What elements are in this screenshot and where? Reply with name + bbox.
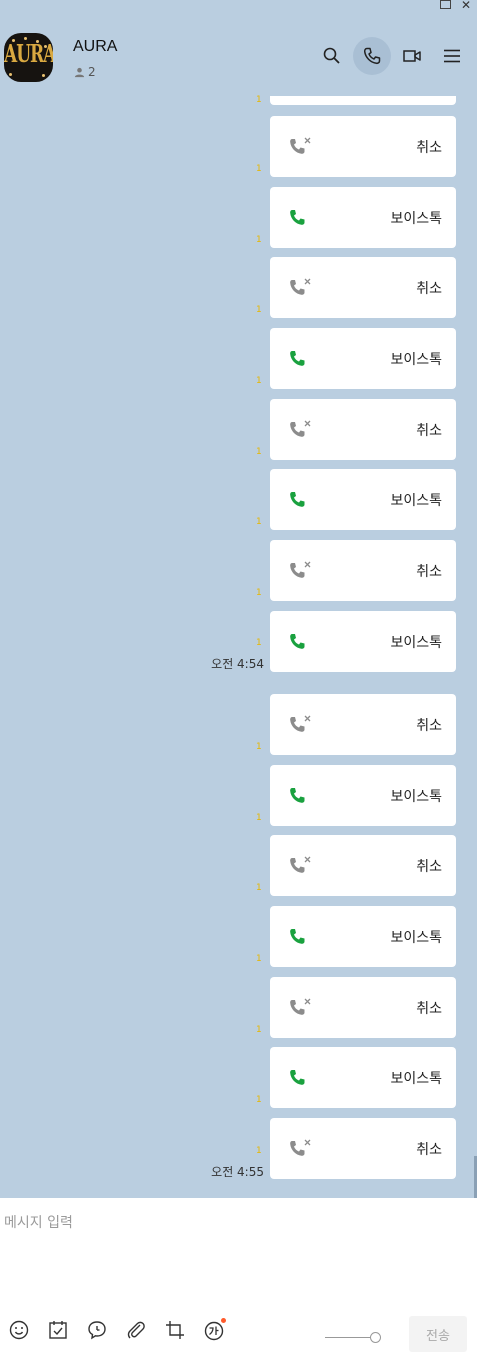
message-timestamp: 오전 4:55: [211, 1165, 264, 1179]
call-status-label: 보이스톡: [390, 930, 442, 946]
call-status-label: 보이스톡: [390, 352, 442, 368]
unread-count: 1: [256, 1095, 262, 1105]
message-bubble-voicetalk[interactable]: 보이스톡: [270, 611, 456, 672]
unread-count: 1: [256, 588, 262, 598]
unread-count: 1: [256, 638, 262, 648]
message-bubble-voicetalk[interactable]: 보이스톡: [270, 1047, 456, 1108]
unread-count: 1: [256, 517, 262, 527]
message-bubble-cancelled[interactable]: 취소: [270, 257, 456, 318]
calendar-button[interactable]: [46, 1318, 70, 1342]
voice-call-icon: [290, 929, 305, 944]
unread-count: 1: [256, 305, 262, 315]
voice-call-icon: [290, 788, 305, 803]
cancelled-call-icon: [290, 561, 311, 578]
capture-button[interactable]: [163, 1318, 187, 1342]
unread-count: 1: [256, 954, 262, 964]
person-icon: [74, 67, 85, 77]
message-list[interactable]: 1 취소 1 보이스톡 1 취소 1 보이스톡 1 취소 1 보이스톡 1 취소…: [0, 95, 477, 1291]
message-bubble-cancelled[interactable]: 취소: [270, 1118, 456, 1179]
message-bubble-voicetalk[interactable]: 보이스톡: [270, 187, 456, 248]
voice-call-icon: [290, 492, 305, 507]
header-actions: [313, 37, 471, 75]
message-bubble-cancelled[interactable]: 취소: [270, 399, 456, 460]
slider-knob[interactable]: [370, 1332, 381, 1343]
paperclip-icon: [127, 1321, 145, 1339]
emoticon-button[interactable]: [7, 1318, 31, 1342]
call-status-label: 취소: [416, 281, 442, 297]
message-bubble-voicetalk[interactable]: 보이스톡: [270, 906, 456, 967]
cancelled-call-icon: [290, 278, 311, 295]
composer-toolbar: [7, 1318, 226, 1342]
cancelled-call-icon: [290, 998, 311, 1015]
message-bubble-voicetalk[interactable]: 보이스톡: [270, 469, 456, 530]
call-status-label: 취소: [416, 859, 442, 875]
unread-count: 1: [256, 742, 262, 752]
calendar-check-icon: [49, 1321, 67, 1339]
message-bubble-voicetalk[interactable]: 보이스톡: [270, 765, 456, 826]
call-status-label: 보이스톡: [390, 635, 442, 651]
call-status-label: 취소: [416, 1142, 442, 1158]
search-button[interactable]: [313, 37, 351, 75]
unread-count: 1: [256, 1025, 262, 1035]
message-composer: 전송: [0, 1198, 477, 1353]
video-call-button[interactable]: [393, 37, 431, 75]
cancelled-call-icon: [290, 1139, 311, 1156]
opacity-slider[interactable]: [325, 1331, 381, 1343]
phone-icon: [363, 47, 381, 65]
message-bubble-partial[interactable]: [270, 96, 456, 105]
avatar[interactable]: AURA: [4, 33, 53, 82]
call-status-label: 보이스톡: [390, 211, 442, 227]
message-bubble-cancelled[interactable]: 취소: [270, 835, 456, 896]
avatar-logo-text: AURA: [4, 41, 53, 69]
translate-button[interactable]: [202, 1318, 226, 1342]
cancelled-call-icon: [290, 715, 311, 732]
call-status-label: 취소: [416, 140, 442, 156]
crop-icon: [166, 1321, 184, 1339]
member-count[interactable]: 2: [74, 65, 96, 79]
message-bubble-cancelled[interactable]: 취소: [270, 540, 456, 601]
attach-button[interactable]: [124, 1318, 148, 1342]
message-bubble-cancelled[interactable]: 취소: [270, 694, 456, 755]
message-bubble-cancelled[interactable]: 취소: [270, 116, 456, 177]
unread-count: 1: [256, 95, 262, 105]
call-status-label: 취소: [416, 718, 442, 734]
cancelled-call-icon: [290, 420, 311, 437]
call-status-label: 보이스톡: [390, 493, 442, 509]
unread-count: 1: [256, 164, 262, 174]
message-input[interactable]: [4, 1215, 464, 1231]
call-status-label: 취소: [416, 564, 442, 580]
voice-call-icon: [290, 351, 305, 366]
call-status-label: 보이스톡: [390, 789, 442, 805]
voice-call-icon: [290, 210, 305, 225]
talk-button[interactable]: [85, 1318, 109, 1342]
chat-header: AURA AURA 2: [0, 0, 477, 96]
emoticon-icon: [9, 1320, 29, 1340]
unread-count: 1: [256, 813, 262, 823]
cancelled-call-icon: [290, 856, 311, 873]
voice-call-button[interactable]: [353, 37, 391, 75]
call-status-label: 보이스톡: [390, 1071, 442, 1087]
menu-icon: [444, 49, 460, 63]
message-bubble-cancelled[interactable]: 취소: [270, 977, 456, 1038]
message-bubble-voicetalk[interactable]: 보이스톡: [270, 328, 456, 389]
unread-count: 1: [256, 1146, 262, 1156]
call-status-label: 취소: [416, 423, 442, 439]
call-status-label: 취소: [416, 1001, 442, 1017]
search-icon: [323, 47, 340, 64]
unread-count: 1: [256, 447, 262, 457]
member-count-value: 2: [88, 65, 96, 79]
chat-title: AURA: [73, 38, 118, 55]
menu-button[interactable]: [433, 37, 471, 75]
unread-count: 1: [256, 376, 262, 386]
send-button[interactable]: 전송: [409, 1316, 467, 1352]
voice-call-icon: [290, 634, 305, 649]
video-icon: [403, 50, 421, 62]
voice-call-icon: [290, 1070, 305, 1085]
notification-dot: [221, 1318, 226, 1323]
unread-count: 1: [256, 235, 262, 245]
speech-bubble-icon: [88, 1321, 106, 1340]
unread-count: 1: [256, 883, 262, 893]
cancelled-call-icon: [290, 137, 311, 154]
message-timestamp: 오전 4:54: [211, 657, 264, 671]
